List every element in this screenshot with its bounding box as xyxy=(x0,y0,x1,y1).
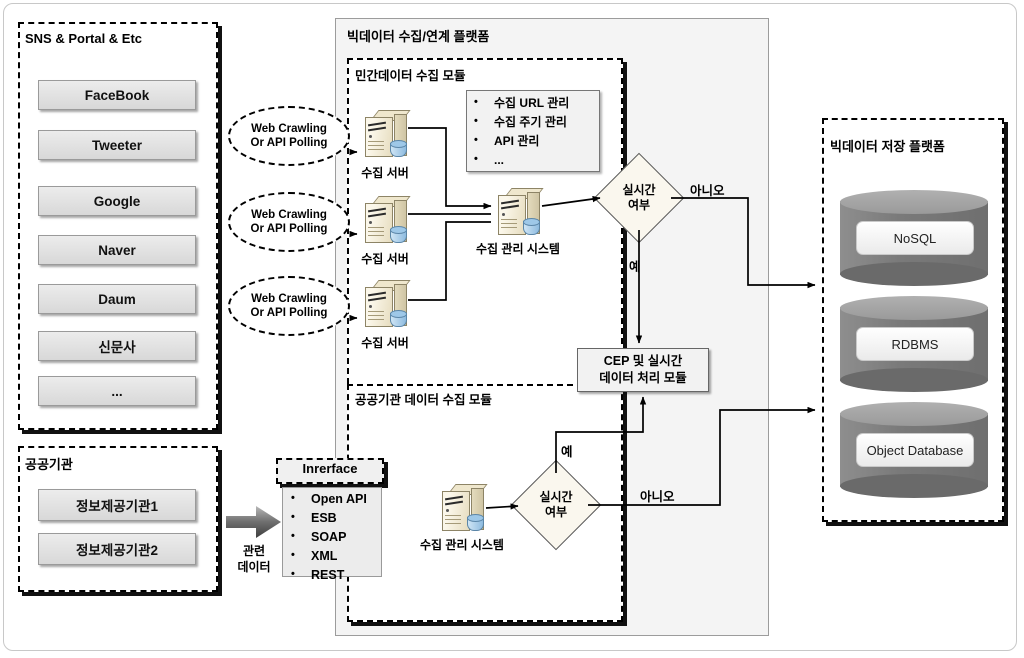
crawl-cloud-line2: Or API Polling xyxy=(250,223,328,235)
collection-server-1-label: 수집 서버 xyxy=(361,166,409,180)
decision-line1: 실시간 xyxy=(539,490,573,504)
collection-server-3-icon xyxy=(363,280,411,328)
edge-label-no-public: 아니오 xyxy=(640,490,675,504)
public-institution-title: 공공기관 xyxy=(25,457,73,472)
crawl-cloud-line1: Web Crawling xyxy=(251,209,327,221)
collection-server-2-icon xyxy=(363,196,411,244)
interface-title-label: Inrerface xyxy=(302,461,358,476)
manage-item: 수집 URL 관리 xyxy=(468,93,598,113)
source-label: 정보제공기관1 xyxy=(75,499,159,514)
database-label: RDBMS xyxy=(856,326,974,362)
crawl-cloud-2: Web Crawling Or API Polling xyxy=(228,192,350,252)
database-label: Object Database xyxy=(856,432,974,468)
collect-mgmt-system-label-public: 수집 관리 시스템 xyxy=(420,538,504,552)
source-item-naver[interactable]: Naver xyxy=(38,235,196,265)
interface-item: SOAP xyxy=(285,527,381,547)
crawl-cloud-line2: Or API Polling xyxy=(250,137,328,149)
source-label: Google xyxy=(93,193,141,209)
crawl-cloud-line1: Web Crawling xyxy=(251,123,327,135)
public-source-item-1[interactable]: 정보제공기관1 xyxy=(38,489,196,521)
source-item-google[interactable]: Google xyxy=(38,186,196,216)
edge-label-no-private: 아니오 xyxy=(690,184,725,198)
cep-line2: 데이터 처리 모듈 xyxy=(599,371,687,385)
manage-item: ... xyxy=(468,150,598,170)
source-label: FaceBook xyxy=(84,87,150,103)
collect-mgmt-system-server-icon xyxy=(496,188,544,236)
interface-item: ESB xyxy=(285,508,381,528)
interface-item: XML xyxy=(285,546,381,566)
realtime-decision-public: 실시간 여부 xyxy=(510,459,602,551)
source-label: Naver xyxy=(98,242,136,258)
collect-mgmt-system-server-icon-public xyxy=(440,484,488,532)
private-module-title: 민간데이터 수집 모듈 xyxy=(355,69,466,83)
interface-item: Open API xyxy=(285,489,381,509)
decision-line2: 여부 xyxy=(544,505,568,519)
decision-line2: 여부 xyxy=(627,198,651,212)
manage-item: 수집 주기 관리 xyxy=(468,112,598,132)
database-nosql: NoSQL xyxy=(840,190,988,286)
source-item-etc[interactable]: ... xyxy=(38,376,196,406)
edge-label-yes-private: 예 xyxy=(629,260,641,274)
source-label: 신문사 xyxy=(98,340,136,355)
source-item-facebook[interactable]: FaceBook xyxy=(38,80,196,110)
collection-server-3-label: 수집 서버 xyxy=(361,336,409,350)
database-rdbms: RDBMS xyxy=(840,296,988,392)
crawl-cloud-line1: Web Crawling xyxy=(251,293,327,305)
database-object: Object Database xyxy=(840,402,988,498)
source-label: 정보제공기관2 xyxy=(75,543,159,558)
realtime-decision-private: 실시간 여부 xyxy=(593,152,685,244)
sns-portal-title: SNS & Portal & Etc xyxy=(25,31,143,46)
collection-management-list: 수집 URL 관리 수집 주기 관리 API 관리 ... xyxy=(468,93,598,170)
interface-items-list: Open API ESB SOAP XML REST xyxy=(285,489,381,585)
cep-line1: CEP 및 실시간 xyxy=(603,354,683,368)
source-item-daum[interactable]: Daum xyxy=(38,284,196,314)
collection-server-1-icon xyxy=(363,110,411,158)
edge-label-yes-public: 예 xyxy=(561,445,573,459)
related-data-label-line1: 관련 xyxy=(242,544,266,558)
related-data-arrow-icon xyxy=(226,506,281,538)
crawl-cloud-3: Web Crawling Or API Polling xyxy=(228,276,350,336)
source-label: Daum xyxy=(98,291,136,307)
interface-item: REST xyxy=(285,565,381,585)
source-item-tweeter[interactable]: Tweeter xyxy=(38,130,196,160)
platform-title: 빅데이터 수집/연계 플랫폼 xyxy=(347,29,490,44)
public-module-title: 공공기관 데이터 수집 모듈 xyxy=(355,393,492,407)
source-label: ... xyxy=(111,383,123,399)
related-data-label-line2: 데이터 xyxy=(237,560,271,574)
decision-line1: 실시간 xyxy=(622,183,656,197)
cep-module-box: CEP 및 실시간 데이터 처리 모듈 xyxy=(577,348,709,392)
manage-item: API 관리 xyxy=(468,131,598,151)
source-label: Tweeter xyxy=(91,137,143,153)
public-source-item-2[interactable]: 정보제공기관2 xyxy=(38,533,196,565)
database-label: NoSQL xyxy=(856,220,974,256)
storage-platform-title: 빅데이터 저장 플랫폼 xyxy=(830,139,945,154)
collection-server-2-label: 수집 서버 xyxy=(361,252,409,266)
crawl-cloud-line2: Or API Polling xyxy=(250,307,328,319)
crawl-cloud-1: Web Crawling Or API Polling xyxy=(228,106,350,166)
source-item-newspaper[interactable]: 신문사 xyxy=(38,331,196,361)
collect-mgmt-system-label: 수집 관리 시스템 xyxy=(476,242,560,256)
